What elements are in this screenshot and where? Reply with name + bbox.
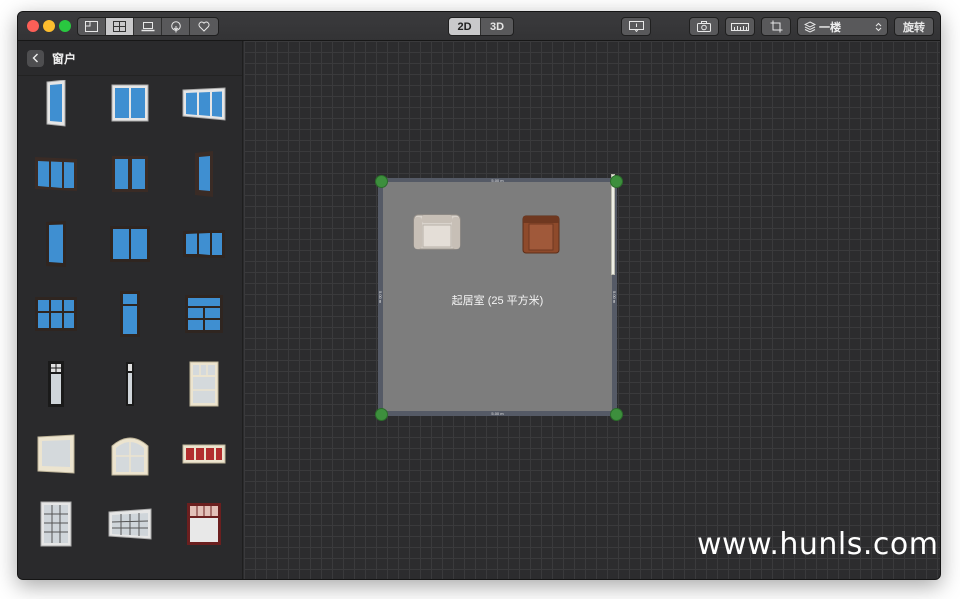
- ruler-icon: [731, 22, 749, 31]
- view-2d-button[interactable]: 2D: [449, 18, 481, 35]
- window-item-dark-single[interactable]: [179, 149, 229, 199]
- window-thumbnail-icon: [40, 501, 72, 547]
- camera-icon: [697, 21, 711, 32]
- corner-handle-top-left[interactable]: [375, 175, 388, 188]
- window-item-dark-double[interactable]: [105, 149, 155, 199]
- window-thumbnail-icon: [185, 295, 223, 333]
- tree-icon: [170, 20, 181, 32]
- room-label: 起居室 (25 平方米): [451, 295, 544, 307]
- sidebar-title: 窗户: [52, 51, 77, 66]
- app-window: 2D 3D 一楼 旋转 窗户 5.00 m 5.00 m 5.00 m 5.00…: [17, 11, 941, 580]
- view-mode-segmented-control: [77, 17, 219, 36]
- window-thumbnail-icon: [112, 156, 148, 192]
- window-item-grid-large[interactable]: [31, 499, 81, 549]
- window-thumbnail-icon: [120, 291, 140, 337]
- back-button[interactable]: [27, 49, 44, 67]
- window-item-cream-transom[interactable]: [179, 359, 229, 409]
- grid-view-icon: [113, 21, 126, 32]
- floor-plan-canvas[interactable]: 5.00 m 5.00 m 5.00 m 5.00 m 起居室 (25 平方米): [244, 41, 940, 579]
- window-thumbnail-icon: [182, 87, 226, 121]
- grid-view-button[interactable]: [106, 18, 134, 35]
- zoom-window-button[interactable]: [59, 20, 71, 32]
- snapshot-button[interactable]: [689, 17, 719, 36]
- armchair-light[interactable]: [413, 213, 461, 256]
- window-item-dark-triple[interactable]: [31, 149, 81, 199]
- measure-button[interactable]: [725, 17, 755, 36]
- window-item-cream-strip[interactable]: [179, 429, 229, 479]
- window-item-narrow-slim[interactable]: [105, 359, 155, 409]
- window-thumbnail-icon: [126, 362, 134, 406]
- close-window-button[interactable]: [27, 20, 39, 32]
- window-item-wide-triple[interactable]: [179, 219, 229, 269]
- window-item-door-window[interactable]: [105, 289, 155, 339]
- armchair-icon: [413, 214, 461, 250]
- chevron-updown-icon: [875, 22, 882, 31]
- chevron-left-icon: [32, 53, 38, 63]
- title-bar: 2D 3D 一楼 旋转: [18, 12, 940, 41]
- layers-icon: [804, 20, 816, 33]
- window-item-grid-triple[interactable]: [31, 289, 81, 339]
- sidebar-header: 窗户: [18, 41, 242, 76]
- window-item-transom[interactable]: [179, 289, 229, 339]
- window-item-cream-arched[interactable]: [105, 429, 155, 479]
- window-item-cream-fixed[interactable]: [31, 429, 81, 479]
- window-item-triple-pane[interactable]: [179, 79, 229, 129]
- heart-icon: [198, 21, 210, 32]
- corner-handle-top-right[interactable]: [610, 175, 623, 188]
- window-thumbnail-icon: [187, 503, 221, 545]
- landscape-button[interactable]: [162, 18, 190, 35]
- window-thumbnail-icon: [37, 434, 75, 474]
- window-thumbnail-icon: [108, 508, 152, 540]
- floorplan-view-icon: [85, 21, 98, 32]
- crop-button[interactable]: [761, 17, 791, 36]
- corner-handle-bottom-left[interactable]: [375, 408, 388, 421]
- window-thumbnail-icon: [182, 444, 226, 464]
- window-item-tall-fixed[interactable]: [31, 219, 81, 269]
- dimension-bottom: 5.00 m: [491, 411, 504, 416]
- window-item-narrow-grille[interactable]: [31, 359, 81, 409]
- window-item-wide-double[interactable]: [105, 219, 155, 269]
- window-thumbnail-icon: [46, 221, 66, 267]
- window-thumbnail-icon: [111, 437, 149, 476]
- rotate-button[interactable]: 旋转: [894, 17, 934, 36]
- armchair-leather[interactable]: [522, 214, 560, 259]
- window-thumbnail-icon: [189, 361, 219, 407]
- comment-icon: [628, 21, 644, 32]
- window-thumbnail-icon: [110, 226, 150, 262]
- dimension-right: 5.00 m: [612, 291, 617, 304]
- view-3d-button[interactable]: 3D: [481, 18, 513, 35]
- window-thumbnail-icon: [35, 157, 77, 191]
- floor-select-label: 一楼: [819, 21, 841, 34]
- catalog-sidebar: 窗户: [18, 41, 243, 579]
- minimize-window-button[interactable]: [43, 20, 55, 32]
- floor-select[interactable]: 一楼: [797, 17, 888, 36]
- armchair-icon: [522, 215, 560, 254]
- window-thumbnail-icon: [35, 297, 77, 331]
- window-thumbnail-icon: [183, 230, 225, 258]
- window-item-red-transom[interactable]: [179, 499, 229, 549]
- dimension-segmented-control: 2D 3D: [448, 17, 514, 36]
- floorplan-view-button[interactable]: [78, 18, 106, 35]
- window-thumbnail-icon: [46, 80, 66, 127]
- watermark: www.hunls.com: [697, 527, 939, 562]
- window-item-grid-wide[interactable]: [105, 499, 155, 549]
- favorites-button[interactable]: [190, 18, 218, 35]
- window-thumbnail-icon: [111, 84, 149, 122]
- window-thumbnail-icon: [48, 361, 64, 407]
- window-item-single-casement[interactable]: [31, 79, 81, 129]
- crop-icon: [770, 20, 782, 33]
- comment-button[interactable]: [621, 17, 651, 36]
- dimension-top: 5.00 m: [491, 178, 504, 183]
- window-thumbnail-icon: [195, 151, 213, 197]
- laptop-view-button[interactable]: [134, 18, 162, 35]
- placed-window[interactable]: [611, 174, 615, 275]
- window-item-double-casement[interactable]: [105, 79, 155, 129]
- corner-handle-bottom-right[interactable]: [610, 408, 623, 421]
- laptop-view-icon: [141, 22, 154, 32]
